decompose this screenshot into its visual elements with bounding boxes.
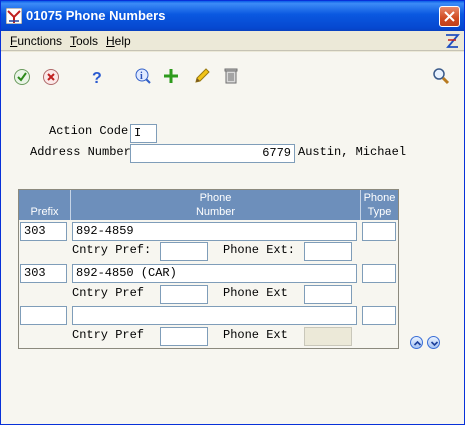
row-1-cntry-pref-field[interactable] <box>160 242 208 261</box>
action-code-label: Action Code <box>49 124 129 138</box>
phone-numbers-grid: Prefix Phone Number Phone Type 303 892-4… <box>18 189 399 349</box>
title-bar[interactable]: 01075 Phone Numbers <box>1 1 464 31</box>
row-1-prefix-field[interactable]: 303 <box>20 222 67 241</box>
row-3-cntry-pref-label: Cntry Pref <box>72 328 145 342</box>
row-3-phone-ext-field[interactable] <box>304 327 352 346</box>
row-3-cntry-pref-field[interactable] <box>160 327 208 346</box>
address-name: Austin, Michael <box>298 145 407 159</box>
column-header-phone-number[interactable]: Phone Number <box>71 190 361 220</box>
menu-help[interactable]: Help <box>106 34 131 48</box>
column-header-prefix[interactable]: Prefix <box>19 190 71 220</box>
search-magnifier-icon[interactable] <box>432 67 450 85</box>
row-2-phone-ext-label: Phone Ext <box>223 286 288 300</box>
row-1-phone-ext-label: Phone Ext: <box>223 243 296 257</box>
row-2-cntry-pref-label: Cntry Pref <box>72 286 145 300</box>
help-question-icon[interactable]: ? <box>88 68 106 87</box>
row-3-phone-ext-label: Phone Ext <box>223 328 288 342</box>
row-2-phone-number-field[interactable]: 892-4850 (CAR) <box>72 264 357 283</box>
row-3-prefix-field[interactable] <box>20 306 67 325</box>
column-header-phone-type[interactable]: Phone Type <box>361 190 398 220</box>
grid-header: Prefix Phone Number Phone Type <box>19 190 398 220</box>
chevron-down-icon <box>430 341 439 347</box>
form-content: Action Code I Address Number 6779 Austin… <box>1 102 464 424</box>
chevron-up-icon <box>413 340 422 346</box>
row-1-phone-ext-field[interactable] <box>304 242 352 261</box>
address-number-field[interactable]: 6779 <box>130 144 295 163</box>
scroll-up-button[interactable] <box>410 336 423 349</box>
svg-text:?: ? <box>92 70 102 86</box>
window-title: 01075 Phone Numbers <box>26 8 166 23</box>
toolbar: ? i <box>1 52 464 102</box>
ok-check-icon[interactable] <box>13 68 31 86</box>
row-1-phone-type-field[interactable] <box>362 222 396 241</box>
jde-logo-icon <box>444 33 460 52</box>
scroll-down-button[interactable] <box>427 336 440 349</box>
row-1-phone-number-field[interactable]: 892-4859 <box>72 222 357 241</box>
add-plus-icon[interactable] <box>162 67 180 85</box>
menu-bar: Functions Tools Help <box>1 31 464 51</box>
delete-trash-icon[interactable] <box>222 67 240 85</box>
svg-text:i: i <box>140 71 143 82</box>
address-number-label: Address Number <box>30 145 131 159</box>
row-2-cntry-pref-field[interactable] <box>160 285 208 304</box>
info-icon[interactable]: i <box>134 67 152 85</box>
cancel-x-icon[interactable] <box>42 68 60 86</box>
row-2-prefix-field[interactable]: 303 <box>20 264 67 283</box>
application-window: 01075 Phone Numbers Functions Tools Help <box>0 0 465 425</box>
action-code-field[interactable]: I <box>130 124 157 143</box>
menu-functions[interactable]: Functions <box>10 34 62 48</box>
menu-tools[interactable]: Tools <box>70 34 98 48</box>
row-2-phone-ext-field[interactable] <box>304 285 352 304</box>
close-icon <box>444 11 455 22</box>
edit-pencil-icon[interactable] <box>193 67 211 85</box>
app-logo-icon <box>5 7 23 25</box>
row-2-phone-type-field[interactable] <box>362 264 396 283</box>
row-3-phone-number-field[interactable] <box>72 306 357 325</box>
row-1-cntry-pref-label: Cntry Pref: <box>72 243 152 257</box>
close-button[interactable] <box>439 6 460 27</box>
row-3-phone-type-field[interactable] <box>362 306 396 325</box>
